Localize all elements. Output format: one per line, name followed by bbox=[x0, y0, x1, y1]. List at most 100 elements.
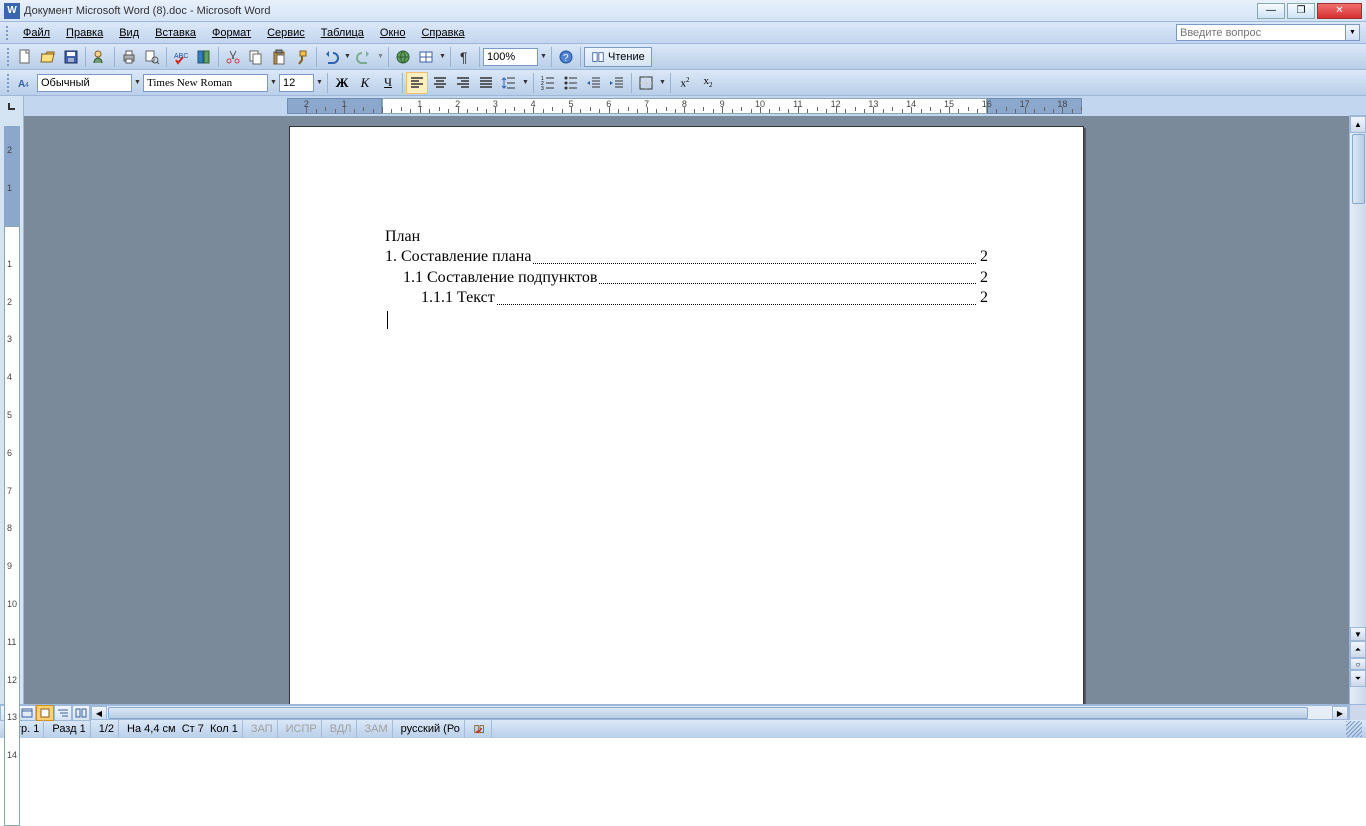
table-of-contents[interactable]: 1. Составление плана21.1 Составление под… bbox=[385, 247, 988, 308]
status-spellcheck-icon[interactable] bbox=[469, 720, 492, 738]
status-pages[interactable]: 1/2 bbox=[95, 720, 119, 738]
spelling-button[interactable]: ABC bbox=[170, 46, 192, 68]
menu-file[interactable]: Файл bbox=[15, 25, 58, 41]
status-trk[interactable]: ИСПР bbox=[282, 720, 322, 738]
paste-button[interactable] bbox=[268, 46, 290, 68]
status-ovr[interactable]: ЗАМ bbox=[361, 720, 393, 738]
menu-format[interactable]: Формат bbox=[204, 25, 259, 41]
ask-question-input[interactable] bbox=[1176, 24, 1346, 41]
menu-edit[interactable]: Правка bbox=[58, 25, 111, 41]
scroll-up-button[interactable]: ▲ bbox=[1350, 116, 1366, 133]
menu-window[interactable]: Окно bbox=[372, 25, 414, 41]
toc-entry[interactable]: 1.1.1 Текст2 bbox=[385, 288, 988, 308]
web-layout-view-button[interactable] bbox=[18, 705, 36, 721]
document-area[interactable]: План 1. Составление плана21.1 Составлени… bbox=[24, 116, 1349, 704]
status-language[interactable]: русский (Ро bbox=[397, 720, 465, 738]
new-document-button[interactable] bbox=[14, 46, 36, 68]
redo-dropdown[interactable]: ▼ bbox=[376, 46, 385, 68]
bold-button[interactable]: Ж bbox=[331, 72, 353, 94]
menu-table[interactable]: Таблица bbox=[313, 25, 372, 41]
subscript-button[interactable]: x2 bbox=[697, 72, 719, 94]
line-spacing-button[interactable] bbox=[498, 72, 520, 94]
style-combobox[interactable]: Обычный bbox=[37, 74, 132, 92]
horizontal-scrollbar[interactable]: ◀ ▶ bbox=[90, 705, 1349, 720]
align-center-button[interactable] bbox=[429, 72, 451, 94]
hyperlink-button[interactable] bbox=[392, 46, 414, 68]
toc-entry[interactable]: 1. Составление плана2 bbox=[385, 247, 988, 267]
outline-view-button[interactable] bbox=[54, 705, 72, 721]
document-content[interactable]: План 1. Составление плана21.1 Составлени… bbox=[385, 227, 988, 329]
status-section[interactable]: Разд 1 bbox=[48, 720, 90, 738]
print-button[interactable] bbox=[118, 46, 140, 68]
align-right-button[interactable] bbox=[452, 72, 474, 94]
help-button[interactable]: ? bbox=[555, 46, 577, 68]
insert-table-dropdown[interactable]: ▼ bbox=[438, 46, 447, 68]
underline-button[interactable]: Ч bbox=[377, 72, 399, 94]
border-dropdown[interactable]: ▼ bbox=[658, 72, 667, 94]
copy-button[interactable] bbox=[245, 46, 267, 68]
resize-grip[interactable] bbox=[1346, 721, 1362, 737]
toolbar-grip[interactable] bbox=[7, 48, 10, 66]
permission-button[interactable] bbox=[89, 46, 111, 68]
style-dropdown[interactable]: ▼ bbox=[133, 72, 142, 94]
menu-help[interactable]: Справка bbox=[413, 25, 472, 41]
doc-heading[interactable]: План bbox=[385, 227, 988, 247]
superscript-button[interactable]: x2 bbox=[674, 72, 696, 94]
menu-insert[interactable]: Вставка bbox=[147, 25, 204, 41]
browse-prev-button[interactable]: ⏶ bbox=[1350, 641, 1366, 658]
align-justify-button[interactable] bbox=[475, 72, 497, 94]
open-button[interactable] bbox=[37, 46, 59, 68]
tab-selector[interactable] bbox=[0, 96, 24, 116]
font-size-dropdown[interactable]: ▼ bbox=[315, 72, 324, 94]
increase-indent-button[interactable] bbox=[606, 72, 628, 94]
toolbar-grip-2[interactable] bbox=[7, 74, 10, 92]
undo-button[interactable] bbox=[320, 46, 342, 68]
hscroll-thumb[interactable] bbox=[108, 707, 1308, 719]
tables-borders-button[interactable] bbox=[415, 46, 437, 68]
vertical-ruler[interactable]: 211234567891011121314 bbox=[0, 116, 24, 704]
bullets-button[interactable] bbox=[560, 72, 582, 94]
font-dropdown[interactable]: ▼ bbox=[269, 72, 278, 94]
align-left-button[interactable] bbox=[406, 72, 428, 94]
numbering-button[interactable]: 123 bbox=[537, 72, 559, 94]
document-page[interactable]: План 1. Составление плана21.1 Составлени… bbox=[289, 126, 1084, 704]
format-painter-button[interactable] bbox=[291, 46, 313, 68]
zoom-dropdown[interactable]: ▼ bbox=[539, 46, 548, 68]
line-spacing-dropdown[interactable]: ▼ bbox=[521, 72, 530, 94]
horizontal-ruler[interactable]: 21123456789101112131415161718 bbox=[24, 96, 1349, 116]
scroll-right-button[interactable]: ▶ bbox=[1332, 706, 1348, 720]
reading-layout-button[interactable]: Чтение bbox=[584, 47, 652, 67]
close-button[interactable]: ✕ bbox=[1317, 3, 1362, 19]
print-layout-view-button[interactable] bbox=[36, 705, 54, 721]
print-preview-button[interactable] bbox=[141, 46, 163, 68]
status-position[interactable]: На 4,4 см Ст 7 Кол 1 bbox=[123, 720, 243, 738]
minimize-button[interactable]: — bbox=[1257, 3, 1285, 19]
outside-border-button[interactable] bbox=[635, 72, 657, 94]
ask-question-dropdown[interactable]: ▼ bbox=[1346, 24, 1360, 41]
undo-dropdown[interactable]: ▼ bbox=[343, 46, 352, 68]
status-rec[interactable]: ЗАП bbox=[247, 720, 278, 738]
font-combobox[interactable]: Times New Roman bbox=[143, 74, 268, 92]
scroll-down-button[interactable]: ▼ bbox=[1350, 627, 1366, 641]
research-button[interactable] bbox=[193, 46, 215, 68]
decrease-indent-button[interactable] bbox=[583, 72, 605, 94]
cut-button[interactable] bbox=[222, 46, 244, 68]
menu-view[interactable]: Вид bbox=[111, 25, 147, 41]
menubar-grip[interactable] bbox=[6, 26, 9, 40]
status-ext[interactable]: ВДЛ bbox=[326, 720, 357, 738]
toc-entry[interactable]: 1.1 Составление подпунктов2 bbox=[385, 268, 988, 288]
styles-pane-button[interactable]: A4 bbox=[14, 72, 36, 94]
vscroll-thumb[interactable] bbox=[1352, 134, 1365, 204]
scroll-left-button[interactable]: ◀ bbox=[91, 706, 107, 720]
browse-next-button[interactable]: ⏷ bbox=[1350, 670, 1366, 687]
browse-object-button[interactable]: ○ bbox=[1350, 658, 1366, 670]
maximize-button[interactable]: ❐ bbox=[1287, 3, 1315, 19]
zoom-combobox[interactable]: 100% bbox=[483, 48, 538, 66]
save-button[interactable] bbox=[60, 46, 82, 68]
reading-view-button[interactable] bbox=[72, 705, 90, 721]
vertical-scrollbar[interactable]: ▲ ▼ ⏶ ○ ⏷ bbox=[1349, 116, 1366, 704]
show-formatting-button[interactable]: ¶ bbox=[454, 46, 476, 68]
redo-button[interactable] bbox=[353, 46, 375, 68]
font-size-combobox[interactable]: 12 bbox=[279, 74, 314, 92]
menu-tools[interactable]: Сервис bbox=[259, 25, 313, 41]
